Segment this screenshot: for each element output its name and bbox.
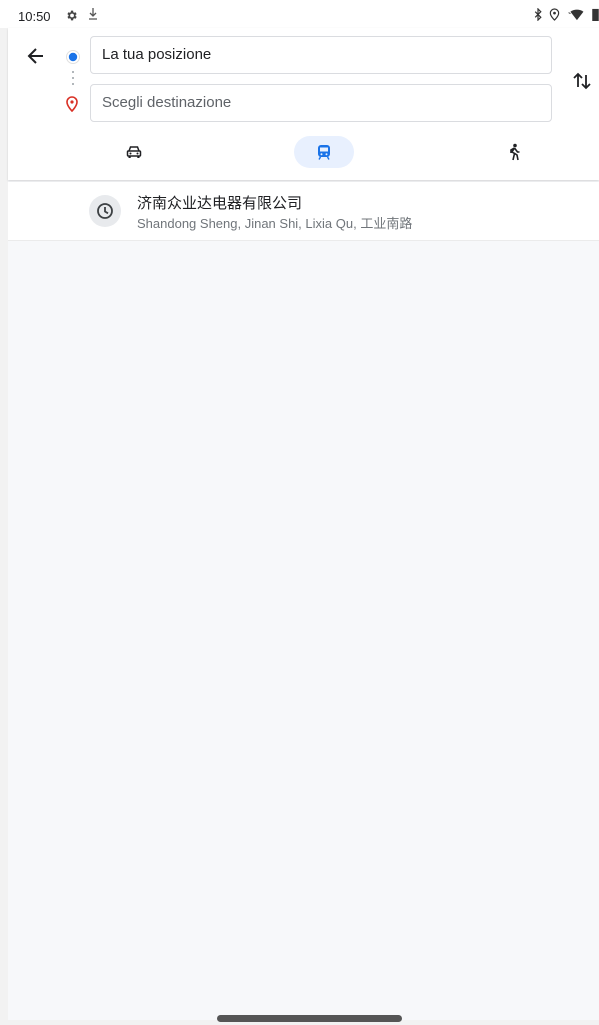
destination-pin-icon [66, 96, 78, 112]
mode-walk-button[interactable] [496, 136, 532, 168]
gesture-nav-bar[interactable] [217, 1015, 402, 1022]
swap-icon [573, 72, 591, 90]
settings-icon [65, 9, 78, 25]
history-clock-icon [89, 195, 121, 227]
walk-icon [510, 143, 520, 161]
destination-field[interactable]: Scegli destinazione [90, 84, 552, 122]
result-address: Shandong Sheng, Jinan Shi, Lixia Qu, 工业南… [137, 216, 413, 231]
status-bar: 10:50 [0, 0, 599, 28]
origin-dot-icon [66, 50, 80, 64]
back-button[interactable] [22, 42, 50, 70]
directions-header: La tua posizione Scegli destinazione [8, 28, 599, 180]
swap-button[interactable] [570, 68, 594, 94]
wifi-icon [566, 8, 586, 24]
mode-transit-button[interactable] [294, 136, 354, 168]
location-icon [549, 8, 560, 24]
origin-field[interactable]: La tua posizione [90, 36, 552, 74]
train-icon [318, 145, 330, 160]
download-icon [88, 7, 98, 24]
result-title: 济南众业达电器有限公司 [137, 195, 303, 212]
mode-car-button[interactable] [116, 136, 152, 168]
status-time: 10:50 [18, 9, 51, 24]
route-dots-icon [72, 71, 74, 85]
recent-result-item[interactable]: 济南众业达电器有限公司 Shandong Sheng, Jinan Shi, L… [8, 182, 599, 241]
arrow-left-icon [27, 48, 43, 64]
car-icon [126, 146, 142, 158]
battery-icon [592, 8, 599, 24]
bluetooth-icon [533, 7, 543, 24]
